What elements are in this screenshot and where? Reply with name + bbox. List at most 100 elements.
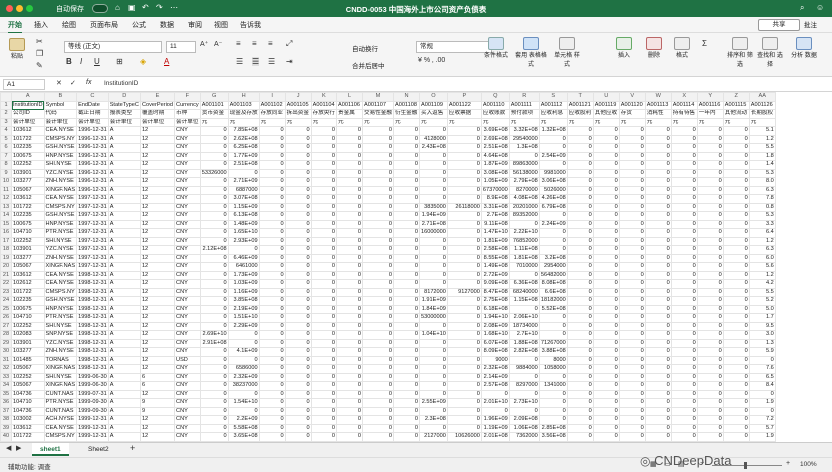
cell[interactable]: 0	[618, 262, 646, 272]
cell[interactable]: 0	[644, 330, 672, 340]
cell[interactable]: A	[107, 381, 141, 391]
cell[interactable]: 0	[644, 398, 672, 408]
cell[interactable]: 0	[362, 347, 394, 357]
cell[interactable]: 0	[418, 381, 448, 391]
cell[interactable]: A001111	[508, 100, 540, 110]
cell[interactable]: 0	[592, 423, 620, 433]
cell[interactable]: 0	[538, 330, 568, 340]
cell[interactable]: 1.4	[748, 160, 776, 170]
cell[interactable]: 0	[722, 270, 750, 280]
cell[interactable]: CNY	[174, 347, 201, 357]
fill-color-icon[interactable]: ◈	[140, 57, 146, 66]
cell[interactable]: A001110	[480, 100, 510, 110]
cell[interactable]: 0	[362, 432, 394, 442]
cell[interactable]: 0	[392, 423, 420, 433]
cell[interactable]: 0	[566, 245, 594, 255]
cell[interactable]: 0	[670, 406, 698, 416]
cell[interactable]: 1997-12-31	[76, 202, 109, 212]
cell[interactable]: 0	[644, 185, 672, 195]
cell[interactable]: 2.7E+08	[480, 211, 510, 221]
border-icon[interactable]: ⊞	[116, 57, 123, 66]
cell[interactable]: CNY	[174, 415, 201, 425]
cell[interactable]: 会计单位	[11, 117, 45, 127]
cell[interactable]: 0	[418, 262, 448, 272]
cell[interactable]: 0	[566, 296, 594, 306]
cell[interactable]: 3.06E+08	[538, 177, 568, 187]
cell[interactable]: 0	[392, 168, 420, 178]
cell[interactable]: 0	[722, 304, 750, 314]
cell[interactable]: 12	[139, 185, 176, 195]
cell[interactable]: 元	[362, 117, 394, 127]
cell[interactable]: 0	[199, 270, 229, 280]
cell[interactable]: 9	[139, 406, 176, 416]
cell[interactable]: 0	[566, 194, 594, 204]
cell[interactable]: 0	[392, 304, 420, 314]
cell[interactable]: 0	[284, 236, 312, 246]
tab-draw[interactable]: 绘图	[62, 20, 76, 30]
cell[interactable]: 0	[592, 304, 620, 314]
sheet-tab-sheet1[interactable]: sheet1	[32, 443, 69, 456]
cell[interactable]: 2.14E+09	[480, 372, 510, 382]
cell[interactable]: A	[107, 389, 141, 399]
cell[interactable]: 0	[199, 406, 229, 416]
align-middle-icon[interactable]: ≡	[252, 39, 257, 48]
cell[interactable]: 0	[696, 423, 724, 433]
align-left-icon[interactable]: ☰	[236, 57, 243, 66]
cell[interactable]: 0	[446, 219, 482, 229]
cell[interactable]: 0	[592, 415, 620, 425]
cell[interactable]: 0	[538, 228, 568, 238]
cell[interactable]: 0	[392, 296, 420, 306]
cell[interactable]: 0	[336, 253, 363, 263]
cell[interactable]: 元	[336, 117, 363, 127]
cell[interactable]: 12	[139, 287, 176, 297]
cell[interactable]: 0	[670, 126, 698, 136]
cell[interactable]: CNY	[174, 177, 201, 187]
cell[interactable]: 0	[618, 279, 646, 289]
cell[interactable]: A	[107, 338, 141, 348]
cell[interactable]: CEA.NYSE	[43, 194, 78, 204]
cell[interactable]: 1.94E+10	[480, 313, 510, 323]
cell[interactable]: 0	[566, 160, 594, 170]
cell[interactable]: 0	[696, 151, 724, 161]
cell[interactable]: 2954000	[538, 262, 568, 272]
cell[interactable]: 元	[644, 117, 672, 127]
cell[interactable]: CNY	[174, 330, 201, 340]
column-header[interactable]: K	[310, 92, 338, 102]
cell[interactable]: 0	[566, 219, 594, 229]
row-header[interactable]: 12	[0, 194, 12, 204]
cell[interactable]: 0	[644, 126, 672, 136]
cell[interactable]: 0	[418, 177, 448, 187]
cell[interactable]: 1.04E+10	[418, 330, 448, 340]
cell[interactable]: A	[107, 262, 141, 272]
cell[interactable]: 10626000	[446, 432, 482, 442]
cell[interactable]: 0	[446, 228, 482, 238]
cell[interactable]: 0	[310, 270, 338, 280]
cell[interactable]: 1999-12-31	[76, 432, 109, 442]
cell[interactable]: 0	[566, 304, 594, 314]
cell[interactable]: 0	[618, 211, 646, 221]
cell[interactable]: 4.1E+09	[227, 347, 260, 357]
cell[interactable]: 0	[392, 415, 420, 425]
cell[interactable]: 2127000	[418, 432, 448, 442]
column-header[interactable]: A	[11, 92, 45, 102]
italic-icon[interactable]: I	[80, 57, 82, 66]
cell[interactable]: 0	[336, 372, 363, 382]
cell[interactable]: 1999-12-31	[76, 415, 109, 425]
cell[interactable]: 0	[310, 415, 338, 425]
cell[interactable]: 0	[618, 287, 646, 297]
cell[interactable]: 3835000	[418, 202, 448, 212]
cell[interactable]: 0	[310, 287, 338, 297]
cell[interactable]: 0	[670, 168, 698, 178]
row-header[interactable]: 40	[0, 432, 12, 442]
cell[interactable]: 0	[722, 398, 750, 408]
cell[interactable]: 3.2E+08	[538, 253, 568, 263]
row-header[interactable]: 22	[0, 279, 12, 289]
cell[interactable]: 0	[592, 313, 620, 323]
cell[interactable]: 0	[696, 381, 724, 391]
column-header[interactable]: Y	[696, 92, 724, 102]
format-painter-icon[interactable]: ✎	[36, 61, 43, 70]
cell[interactable]: 6	[139, 372, 176, 382]
cell[interactable]: 102083	[11, 330, 45, 340]
cell[interactable]: SHI.NYSE	[43, 236, 78, 246]
cell[interactable]: 0	[310, 364, 338, 374]
